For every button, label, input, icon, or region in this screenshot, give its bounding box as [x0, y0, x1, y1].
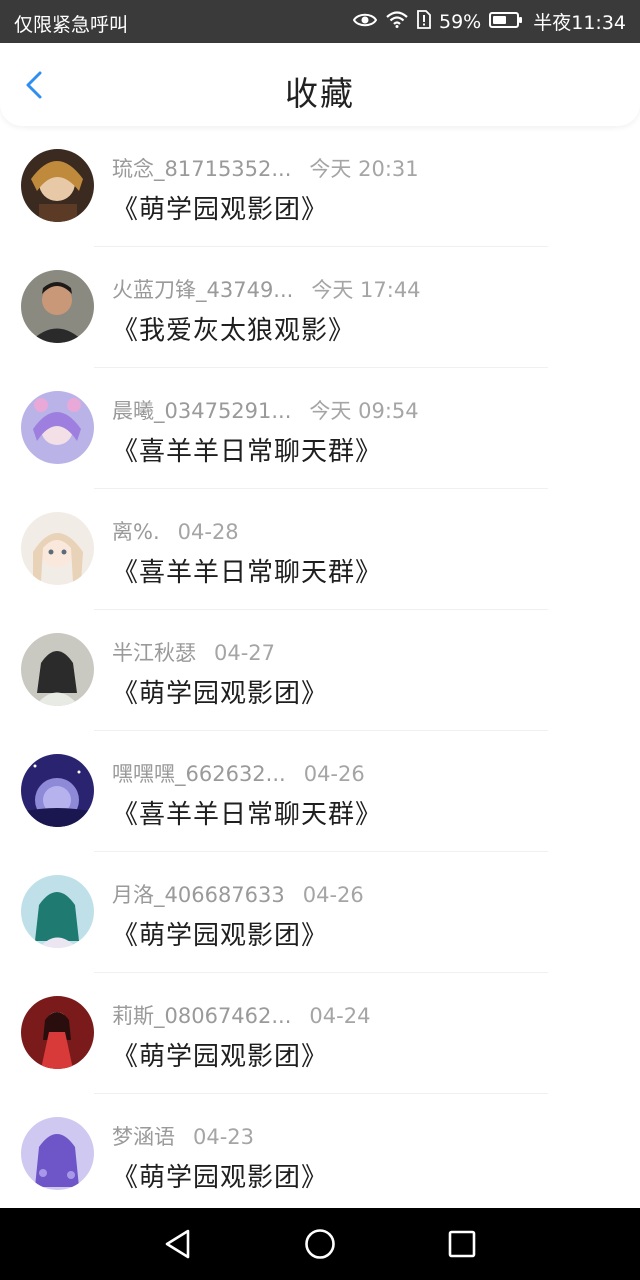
home-circle-icon	[305, 1229, 335, 1259]
group-name: 《萌学园观影团》	[112, 1163, 329, 1193]
list-item[interactable]: 月洛_406687633 04-26 《萌学园观影团》	[0, 852, 640, 973]
timestamp: 今天 17:44	[311, 278, 421, 302]
timestamp: 今天 20:31	[309, 157, 419, 181]
timestamp: 今天 09:54	[309, 399, 419, 423]
nav-back-button[interactable]	[160, 1226, 196, 1262]
carrier-text: 仅限紧急呼叫	[14, 14, 129, 36]
list-item[interactable]: 莉斯_08067462... 04-24 《萌学园观影团》	[0, 973, 640, 1094]
avatar	[21, 149, 94, 222]
avatar	[21, 875, 94, 948]
timestamp: 04-24	[309, 1004, 371, 1028]
timestamp: 04-27	[214, 641, 276, 665]
status-icons: 59% 半夜11:34	[352, 8, 626, 35]
battery-percent: 59%	[439, 10, 482, 33]
user-name: 梦涵语	[112, 1125, 175, 1149]
favorites-list: 琉念_81715352... 今天 20:31 《萌学园观影团》 火蓝刀锋_437…	[0, 126, 640, 1208]
app-header: 收藏	[0, 43, 640, 126]
group-name: 《萌学园观影团》	[112, 921, 329, 951]
timestamp: 04-23	[193, 1125, 255, 1149]
user-name: 月洛_406687633	[112, 883, 285, 907]
avatar	[21, 754, 94, 827]
avatar	[21, 633, 94, 706]
user-name: 嘿嘿嘿_662632...	[112, 762, 286, 786]
list-item[interactable]: 半江秋瑟 04-27 《萌学园观影团》	[0, 610, 640, 731]
timestamp: 04-28	[177, 520, 239, 544]
user-name: 离%.	[112, 520, 160, 544]
list-item[interactable]: 火蓝刀锋_43749... 今天 17:44 《我爱灰太狼观影》	[0, 247, 640, 368]
timestamp: 04-26	[302, 883, 364, 907]
group-name: 《萌学园观影团》	[112, 679, 329, 709]
list-item[interactable]: 嘿嘿嘿_662632... 04-26 《喜羊羊日常聊天群》	[0, 731, 640, 852]
list-item[interactable]: 离%. 04-28 《喜羊羊日常聊天群》	[0, 489, 640, 610]
sim-alert-icon	[417, 9, 431, 34]
user-name: 晨曦_03475291...	[112, 399, 292, 423]
user-name: 莉斯_08067462...	[112, 1004, 292, 1028]
list-item[interactable]: 梦涵语 04-23 《萌学园观影团》	[0, 1094, 640, 1208]
status-bar: 仅限紧急呼叫 59% 半夜11:34	[0, 0, 640, 43]
user-name: 火蓝刀锋_43749...	[112, 278, 294, 302]
back-triangle-icon	[165, 1229, 190, 1259]
group-name: 《喜羊羊日常聊天群》	[112, 558, 383, 588]
avatar	[21, 512, 94, 585]
battery-level	[493, 15, 507, 24]
group-name: 《喜羊羊日常聊天群》	[112, 800, 383, 830]
page-title: 收藏	[285, 74, 355, 113]
wifi-icon	[385, 10, 409, 33]
user-name: 半江秋瑟	[112, 641, 196, 665]
battery-icon	[489, 11, 523, 33]
navigation-bar	[0, 1208, 640, 1280]
list-item[interactable]: 晨曦_03475291... 今天 09:54 《喜羊羊日常聊天群》	[0, 368, 640, 489]
nav-recents-button[interactable]	[444, 1226, 480, 1262]
recents-square-icon	[448, 1230, 476, 1258]
eye-icon	[352, 11, 378, 33]
avatar	[21, 996, 94, 1069]
list-item[interactable]: 琉念_81715352... 今天 20:31 《萌学园观影团》	[0, 126, 640, 247]
group-name: 《萌学园观影团》	[112, 195, 329, 225]
user-name: 琉念_81715352...	[112, 157, 292, 181]
timestamp: 04-26	[303, 762, 365, 786]
group-name: 《我爱灰太狼观影》	[112, 316, 356, 346]
avatar	[21, 1117, 94, 1190]
group-name: 《萌学园观影团》	[112, 1042, 329, 1072]
group-name: 《喜羊羊日常聊天群》	[112, 437, 383, 467]
avatar	[21, 270, 94, 343]
avatar	[21, 391, 94, 464]
nav-home-button[interactable]	[302, 1226, 338, 1262]
clock: 半夜11:34	[533, 12, 626, 34]
